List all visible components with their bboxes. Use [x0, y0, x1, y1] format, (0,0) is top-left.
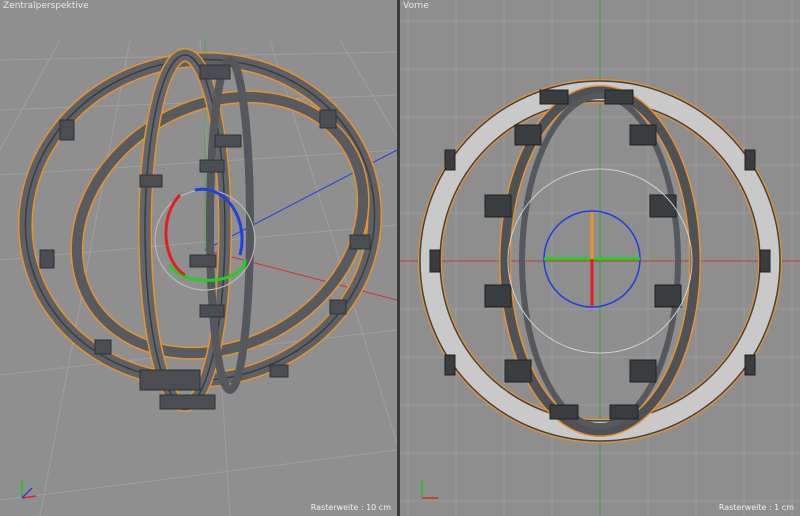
ring-model — [17, 48, 383, 412]
viewport-title: Vorne — [403, 1, 429, 11]
perspective-scene — [0, 39, 397, 516]
front-viewport[interactable]: Vorne Rasterweite : 1 cm — [400, 0, 800, 516]
perspective-viewport[interactable]: Zentralperspektive Rasterweite : 10 cm — [0, 0, 397, 516]
grid-spacing-label: Rasterweite : 1 cm — [718, 503, 794, 512]
front-scene — [400, 0, 800, 516]
grid-spacing-label: Rasterweite : 10 cm — [310, 503, 391, 512]
axis-triad-icon — [421, 480, 438, 499]
viewport-title: Zentralperspektive — [3, 1, 89, 11]
